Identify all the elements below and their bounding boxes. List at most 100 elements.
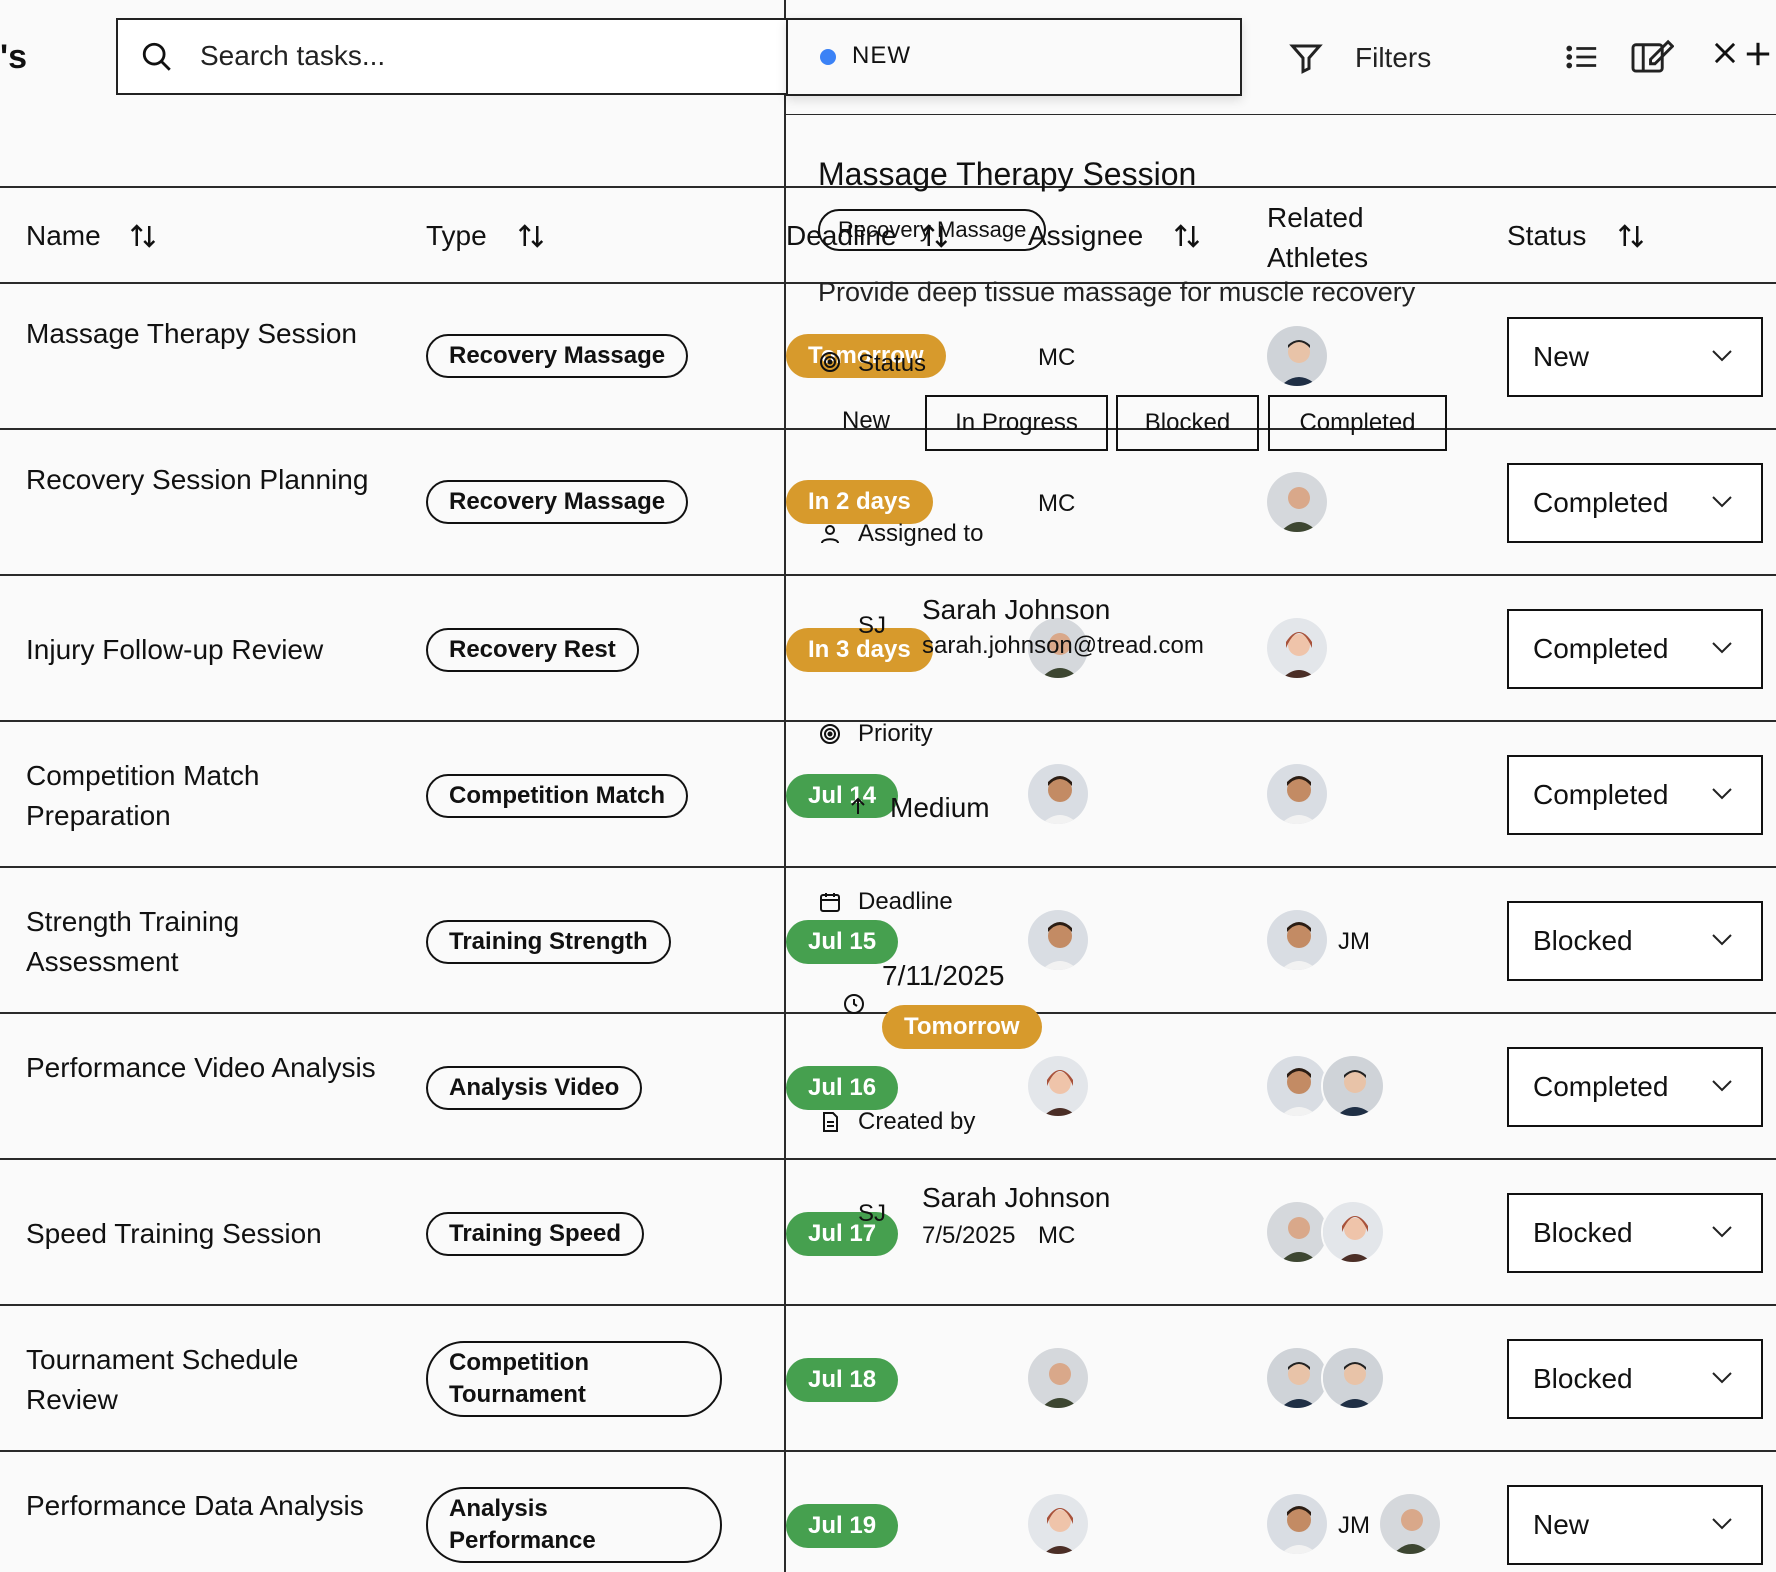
column-header-related-athletes[interactable]: Related Athletes xyxy=(1267,198,1407,278)
athlete-avatar[interactable] xyxy=(1321,1200,1385,1264)
athlete-avatar[interactable] xyxy=(1265,1054,1329,1118)
athlete-avatar[interactable] xyxy=(1378,1492,1442,1556)
column-header-type[interactable]: Type xyxy=(426,220,487,252)
filters-button[interactable]: Filters xyxy=(1355,42,1431,74)
status-chip[interactable]: NEW xyxy=(786,18,1242,96)
status-value: Blocked xyxy=(1533,925,1633,956)
task-name[interactable]: Massage Therapy Session xyxy=(26,314,386,354)
list-view-icon[interactable] xyxy=(1565,42,1599,72)
arrow-up-icon xyxy=(851,797,865,814)
assignee-avatar[interactable] xyxy=(1026,908,1090,972)
assignee-avatar[interactable] xyxy=(1026,1346,1090,1410)
task-name[interactable]: Performance Video Analysis xyxy=(26,1048,386,1088)
athlete-avatar[interactable] xyxy=(1321,1054,1385,1118)
status-dropdown[interactable]: Blocked xyxy=(1507,1193,1763,1273)
sort-icon[interactable] xyxy=(1172,221,1202,251)
deadline-badge: Jul 16 xyxy=(786,1066,899,1110)
column-header-name[interactable]: Name xyxy=(26,220,101,252)
plus-icon[interactable] xyxy=(1744,40,1772,68)
assignee-avatar[interactable] xyxy=(1026,1054,1090,1118)
detail-priority-value: Medium xyxy=(890,792,990,823)
divider xyxy=(0,1304,1776,1306)
assignee-initials: MC xyxy=(1038,490,1076,517)
status-value: Completed xyxy=(1533,487,1669,518)
status-dot xyxy=(820,49,836,65)
status-option-new[interactable]: New xyxy=(818,395,914,451)
status-dropdown[interactable]: Completed xyxy=(1507,463,1763,543)
sort-icon[interactable] xyxy=(516,221,546,251)
athlete-initials: JM xyxy=(1338,928,1370,955)
edit-icon[interactable] xyxy=(1630,36,1674,74)
sort-icon[interactable] xyxy=(128,221,158,251)
divider xyxy=(786,114,1776,115)
divider xyxy=(0,866,1776,868)
chevron-down-icon xyxy=(1712,934,1732,946)
filter-icon[interactable] xyxy=(1288,40,1324,76)
athlete-avatar[interactable] xyxy=(1265,470,1329,534)
status-dropdown[interactable]: New xyxy=(1507,317,1763,397)
status-option-in-progress[interactable]: In Progress xyxy=(925,395,1108,451)
athlete-avatar[interactable] xyxy=(1321,1346,1385,1410)
deadline-badge: Jul 14 xyxy=(786,774,899,818)
detail-priority-label: Priority xyxy=(858,720,933,747)
divider xyxy=(0,1450,1776,1452)
status-dropdown[interactable]: Blocked xyxy=(1507,1339,1763,1419)
chevron-down-icon xyxy=(1712,1226,1732,1238)
status-option-blocked[interactable]: Blocked xyxy=(1116,395,1259,451)
task-name[interactable]: Competition Match Preparation xyxy=(26,756,386,836)
athlete-avatar[interactable] xyxy=(1265,1346,1329,1410)
status-value: Blocked xyxy=(1533,1363,1633,1394)
type-badge: Analysis Performance xyxy=(426,1487,722,1563)
status-dropdown[interactable]: Completed xyxy=(1507,755,1763,835)
athlete-initials: JM xyxy=(1338,1512,1370,1539)
chevron-down-icon xyxy=(1712,788,1732,800)
detail-assigned-name: Sarah Johnson xyxy=(922,594,1111,625)
assignee-avatar[interactable] xyxy=(1026,762,1090,826)
status-dropdown[interactable]: Completed xyxy=(1507,1047,1763,1127)
divider xyxy=(0,1158,1776,1160)
athlete-avatar[interactable] xyxy=(1265,616,1329,680)
close-icon[interactable] xyxy=(1712,40,1738,66)
task-name[interactable]: Injury Follow-up Review xyxy=(26,630,386,670)
deadline-badge: Jul 18 xyxy=(786,1358,899,1402)
status-dropdown[interactable]: Completed xyxy=(1507,609,1763,689)
status-value: Blocked xyxy=(1533,1217,1633,1248)
column-header-status[interactable]: Status xyxy=(1507,220,1586,252)
detail-created-initials: SJ xyxy=(858,1200,887,1227)
chevron-down-icon xyxy=(1712,1372,1732,1384)
detail-description: Provide deep tissue massage for muscle r… xyxy=(818,277,1416,307)
athlete-avatar[interactable] xyxy=(1265,908,1329,972)
sort-icon[interactable] xyxy=(1616,221,1646,251)
chevron-down-icon xyxy=(1712,1518,1732,1530)
status-value: New xyxy=(1533,1509,1590,1540)
status-option-completed[interactable]: Completed xyxy=(1268,395,1447,451)
task-name[interactable]: Recovery Session Planning xyxy=(26,460,386,500)
chevron-down-icon xyxy=(1712,496,1732,508)
detail-created-date: 7/5/2025 xyxy=(922,1222,1016,1249)
status-dropdown[interactable]: New xyxy=(1507,1485,1763,1565)
athlete-avatar[interactable] xyxy=(1265,762,1329,826)
search-input[interactable]: Search tasks... xyxy=(116,18,841,95)
type-badge: Analysis Video xyxy=(426,1066,643,1110)
type-badge: Recovery Massage xyxy=(426,334,689,378)
task-name[interactable]: Speed Training Session xyxy=(26,1214,386,1254)
detail-type-badge: Recovery Massage xyxy=(818,209,1047,251)
status-dropdown[interactable]: Blocked xyxy=(1507,901,1763,981)
assignee-avatar[interactable] xyxy=(1026,1492,1090,1556)
task-name[interactable]: Tournament Schedule Review xyxy=(26,1340,386,1420)
chevron-down-icon xyxy=(1712,350,1732,362)
deadline-badge: In 2 days xyxy=(786,480,933,524)
deadline-badge: Jul 19 xyxy=(786,1504,899,1548)
status-value: Completed xyxy=(1533,1071,1669,1102)
assignee-initials: MC xyxy=(1038,1222,1076,1249)
detail-assigned-initials: SJ xyxy=(858,612,887,639)
type-badge: Recovery Massage xyxy=(426,480,689,524)
target-icon xyxy=(820,724,840,744)
calendar-icon xyxy=(820,893,840,912)
task-name[interactable]: Strength Training Assessment xyxy=(26,902,386,982)
target-icon xyxy=(820,352,840,372)
athlete-avatar[interactable] xyxy=(1265,324,1329,388)
task-name[interactable]: Performance Data Analysis xyxy=(26,1486,386,1526)
athlete-avatar[interactable] xyxy=(1265,1200,1329,1264)
athlete-avatar[interactable] xyxy=(1265,1492,1329,1556)
